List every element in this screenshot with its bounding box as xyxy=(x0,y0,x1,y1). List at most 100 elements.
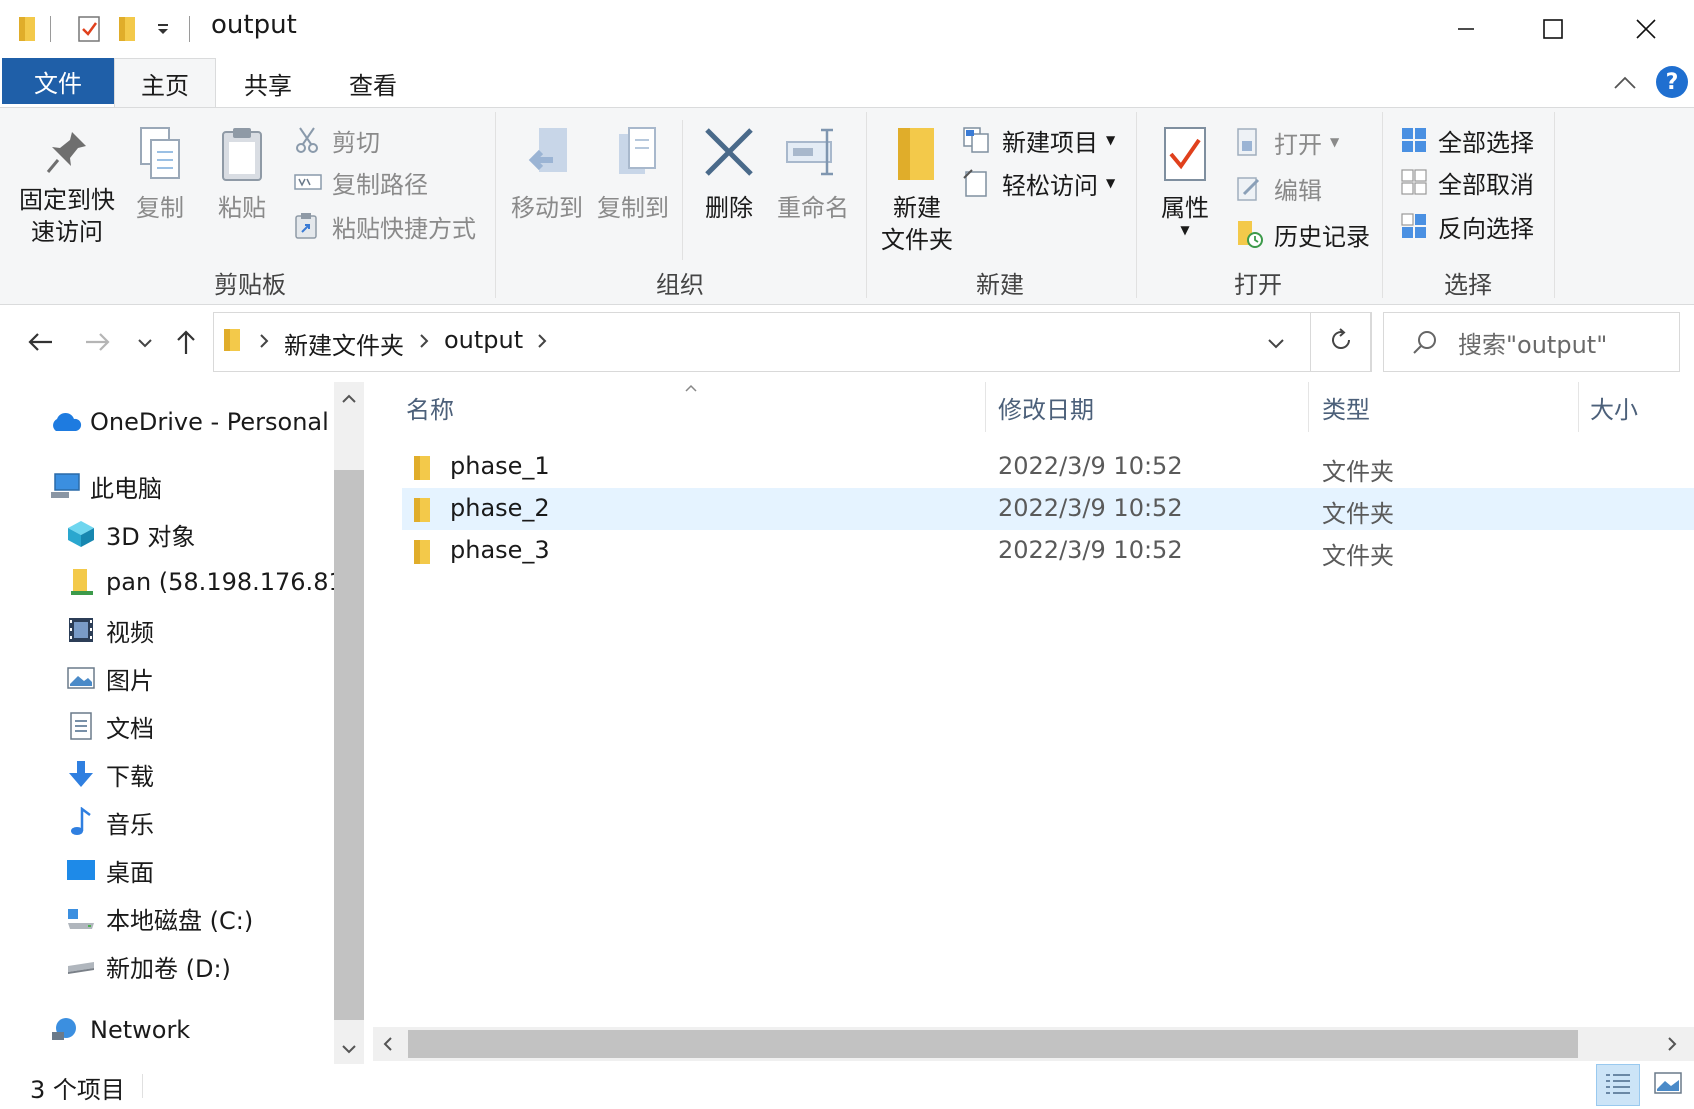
nav-item-local-disk[interactable]: 本地磁盘 (C:) xyxy=(64,898,253,938)
nav-item-onedrive[interactable]: OneDrive - Personal xyxy=(48,402,329,442)
tab-view[interactable]: 查看 xyxy=(326,58,420,108)
nav-item-documents[interactable]: 文档 xyxy=(64,706,154,746)
nav-item-videos[interactable]: 视频 xyxy=(64,610,154,650)
forward-arrow-icon[interactable] xyxy=(84,330,114,356)
delete-button[interactable]: 删除 xyxy=(694,124,764,224)
file-type: 文件夹 xyxy=(1322,458,1394,486)
copy-button[interactable]: 复制 xyxy=(128,124,192,224)
local-disk-icon xyxy=(64,903,98,933)
pin-to-quick-access-button[interactable]: 固定到快 速访问 xyxy=(14,128,120,248)
address-history-chevron-icon[interactable] xyxy=(1266,336,1286,355)
copy-to-button[interactable]: 复制到 xyxy=(590,124,676,224)
copy-path-icon xyxy=(294,172,324,192)
chevron-right-icon[interactable] xyxy=(258,332,270,354)
scroll-down-icon[interactable] xyxy=(340,1040,358,1059)
file-modified: 2022/3/9 10:52 xyxy=(998,452,1183,480)
nav-item-drive-d[interactable]: 新加卷 (D:) xyxy=(64,946,231,986)
chevron-right-icon[interactable] xyxy=(536,332,548,354)
column-separator[interactable] xyxy=(1308,382,1309,432)
details-view-button[interactable] xyxy=(1596,1064,1640,1106)
maximize-button[interactable] xyxy=(1507,0,1599,58)
nav-item-network-drive[interactable]: pan (58.198.176.81 ( xyxy=(64,562,361,602)
tab-home[interactable]: 主页 xyxy=(114,58,216,108)
new-folder-icon xyxy=(894,124,940,192)
column-header-modified[interactable]: 修改日期 xyxy=(998,390,1094,425)
history-button[interactable]: 历史记录 xyxy=(1236,214,1370,254)
select-none-button[interactable]: 全部取消 xyxy=(1400,162,1534,202)
nav-item-pictures[interactable]: 图片 xyxy=(64,658,154,698)
nav-item-3d-objects[interactable]: 3D 对象 xyxy=(64,514,195,554)
column-header-size[interactable]: 大小 xyxy=(1590,390,1638,425)
up-arrow-icon[interactable] xyxy=(174,328,200,358)
separator xyxy=(682,120,683,260)
properties-quick-icon[interactable] xyxy=(74,14,104,44)
properties-button[interactable]: 属性 ▼ xyxy=(1148,124,1222,236)
column-separator[interactable] xyxy=(1578,382,1579,432)
videos-icon xyxy=(64,615,98,645)
select-all-button[interactable]: 全部选择 xyxy=(1400,120,1534,160)
breadcrumb-item[interactable]: output xyxy=(444,326,523,354)
music-icon xyxy=(64,807,98,837)
new-item-button[interactable]: 新建项目 ▼ xyxy=(962,120,1115,160)
new-folder-button[interactable]: 新建 文件夹 xyxy=(874,124,960,256)
search-input[interactable]: 搜索"output" xyxy=(1458,325,1607,360)
back-arrow-icon[interactable] xyxy=(26,330,56,356)
scroll-up-icon[interactable] xyxy=(340,390,358,409)
folder-icon xyxy=(14,14,40,44)
column-separator[interactable] xyxy=(985,382,986,432)
onedrive-icon xyxy=(48,407,82,437)
search-box[interactable]: 搜索"output" xyxy=(1383,312,1680,372)
minimize-button[interactable] xyxy=(1420,0,1512,58)
paste-shortcut-button[interactable]: 粘贴快捷方式 xyxy=(294,206,476,246)
edit-icon xyxy=(1236,174,1268,202)
downloads-icon xyxy=(64,759,98,789)
paste-button[interactable]: 粘贴 xyxy=(210,124,274,224)
collapse-ribbon-icon[interactable] xyxy=(1610,70,1640,96)
nav-item-music[interactable]: 音乐 xyxy=(64,802,154,842)
dropdown-arrow-icon: ▼ xyxy=(1180,223,1190,237)
invert-selection-button[interactable]: 反向选择 xyxy=(1400,206,1534,246)
nav-scrollbar-thumb[interactable] xyxy=(334,470,364,1020)
folder-icon xyxy=(222,326,246,356)
clipboard-icon xyxy=(217,124,267,192)
dropdown-arrow-icon: ▼ xyxy=(1330,135,1340,149)
chevron-right-icon[interactable] xyxy=(418,332,430,354)
window-title: output xyxy=(211,10,297,40)
horizontal-scrollbar-thumb[interactable] xyxy=(408,1030,1578,1058)
refresh-button[interactable] xyxy=(1310,312,1372,372)
easy-access-button[interactable]: 轻松访问 ▼ xyxy=(962,163,1115,203)
group-label-clipboard: 剪贴板 xyxy=(214,271,286,299)
nav-item-downloads[interactable]: 下载 xyxy=(64,754,154,794)
column-header-name[interactable]: 名称 xyxy=(406,390,454,425)
help-icon[interactable]: ? xyxy=(1656,66,1688,98)
customize-quick-access-icon[interactable] xyxy=(150,14,176,44)
copy-path-button[interactable]: 复制路径 xyxy=(294,162,428,202)
cut-button[interactable]: 剪切 xyxy=(294,120,380,160)
nav-item-network[interactable]: Network xyxy=(48,1010,190,1050)
breadcrumb-item[interactable]: 新建文件夹 xyxy=(284,326,404,361)
large-icons-view-button[interactable] xyxy=(1646,1064,1690,1106)
new-folder-quick-icon[interactable] xyxy=(114,14,140,44)
close-button[interactable] xyxy=(1600,0,1692,58)
details-view-icon xyxy=(1604,1071,1632,1099)
this-pc-icon xyxy=(48,471,82,501)
open-button[interactable]: 打开 ▼ xyxy=(1236,122,1339,162)
tab-share[interactable]: 共享 xyxy=(226,58,310,108)
scroll-right-icon[interactable] xyxy=(1666,1035,1678,1057)
edit-button[interactable]: 编辑 xyxy=(1236,168,1322,208)
move-to-button[interactable]: 移动到 xyxy=(504,124,590,224)
nav-item-this-pc[interactable]: 此电脑 xyxy=(48,466,162,506)
rename-button[interactable]: 重命名 xyxy=(770,124,856,224)
file-name: phase_2 xyxy=(450,494,550,522)
nav-item-desktop[interactable]: 桌面 xyxy=(64,850,154,890)
table-row[interactable]: phase_2 2022/3/9 10:52 文件夹 xyxy=(402,488,1694,530)
tab-file[interactable]: 文件 xyxy=(2,58,114,104)
history-icon xyxy=(1236,219,1268,249)
group-label-open: 打开 xyxy=(1234,271,1282,299)
table-row[interactable]: phase_1 2022/3/9 10:52 文件夹 xyxy=(402,446,1694,488)
large-icons-view-icon xyxy=(1653,1071,1683,1099)
recent-locations-chevron-icon[interactable] xyxy=(136,334,158,352)
scroll-left-icon[interactable] xyxy=(382,1035,394,1057)
table-row[interactable]: phase_3 2022/3/9 10:52 文件夹 xyxy=(402,530,1694,572)
column-header-type[interactable]: 类型 xyxy=(1322,390,1370,425)
